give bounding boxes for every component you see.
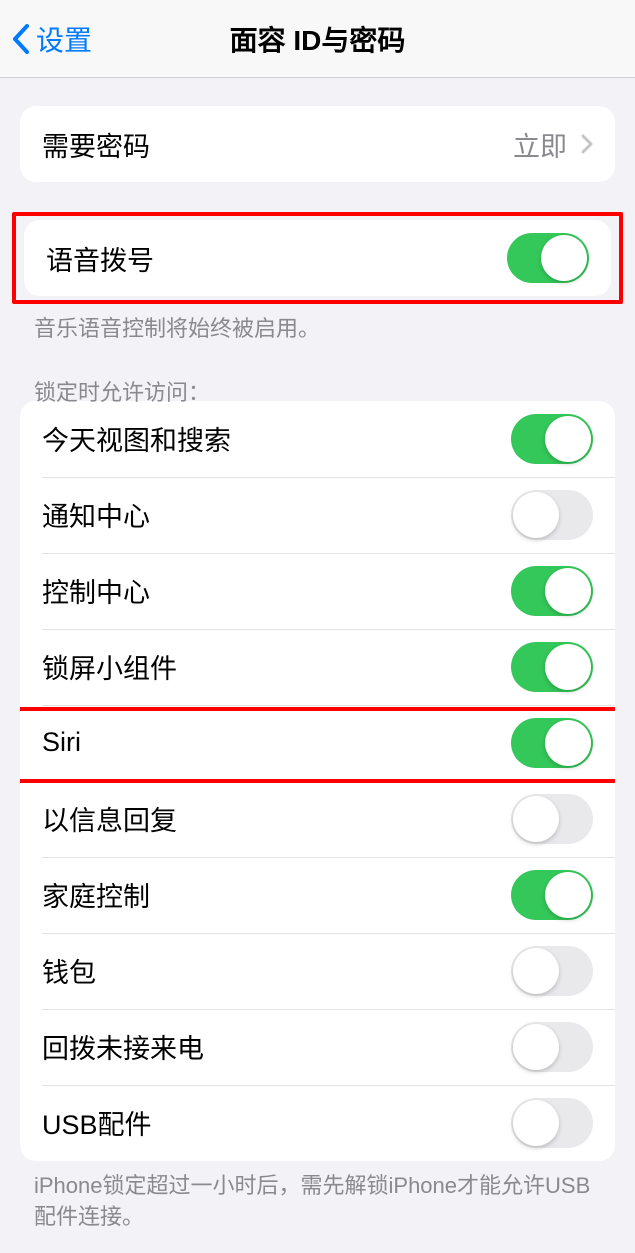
toggle-lock-access-item[interactable] [511, 794, 593, 844]
toggle-knob [513, 948, 559, 994]
navbar: 设置 面容 ID与密码 [0, 0, 635, 78]
toggle-knob [545, 720, 591, 766]
toggle-lock-access-item[interactable] [511, 1022, 593, 1072]
row-label: 家庭控制 [42, 875, 150, 914]
row-lock-access-item: 锁屏小组件 [20, 629, 615, 705]
toggle-knob [513, 1024, 559, 1070]
row-value: 立即 [513, 125, 593, 164]
row-lock-access-item: Siri [20, 705, 615, 781]
row-label: 今天视图和搜索 [42, 419, 231, 458]
row-lock-access-item: USB配件 [20, 1085, 615, 1161]
group-require-passcode: 需要密码 立即 [20, 106, 615, 182]
toggle-knob [513, 1100, 559, 1146]
row-lock-access-item: 家庭控制 [20, 857, 615, 933]
footer-lock-access: iPhone锁定超过一小时后，需先解锁iPhone才能允许USB配件连接。 [0, 1161, 635, 1233]
back-button[interactable]: 设置 [12, 19, 92, 59]
toggle-knob [513, 492, 559, 538]
row-label: 通知中心 [42, 495, 150, 534]
row-value-text: 立即 [513, 125, 567, 164]
toggle-lock-access-item[interactable] [511, 946, 593, 996]
row-lock-access-item: 控制中心 [20, 553, 615, 629]
row-lock-access-item: 以信息回复 [20, 781, 615, 857]
footer-voice-dial: 音乐语音控制将始终被启用。 [0, 304, 635, 345]
toggle-lock-access-item[interactable] [511, 870, 593, 920]
toggle-lock-access-item[interactable] [511, 490, 593, 540]
toggle-knob [545, 416, 591, 462]
toggle-lock-access-item[interactable] [511, 718, 593, 768]
toggle-lock-access-item[interactable] [511, 414, 593, 464]
row-voice-dial: 语音拨号 [24, 220, 611, 296]
back-label: 设置 [36, 19, 92, 59]
toggle-voice-dial[interactable] [507, 233, 589, 283]
toggle-lock-access-item[interactable] [511, 566, 593, 616]
row-label: 语音拨号 [46, 239, 154, 278]
highlight-voice-dial: 语音拨号 [12, 212, 623, 304]
group-voice-dial: 语音拨号 [24, 220, 611, 296]
page-title: 面容 ID与密码 [0, 19, 635, 59]
row-lock-access-item: 回拨未接来电 [20, 1009, 615, 1085]
row-label: 控制中心 [42, 571, 150, 610]
row-lock-access-item: 今天视图和搜索 [20, 401, 615, 477]
chevron-left-icon [12, 24, 30, 54]
toggle-lock-access-item[interactable] [511, 1098, 593, 1148]
row-lock-access-item: 钱包 [20, 933, 615, 1009]
row-label: 钱包 [42, 951, 96, 990]
row-label: Siri [42, 727, 81, 758]
row-require-passcode[interactable]: 需要密码 立即 [20, 106, 615, 182]
toggle-lock-access-item[interactable] [511, 642, 593, 692]
toggle-knob [545, 644, 591, 690]
row-label: 回拨未接来电 [42, 1027, 204, 1066]
row-label: 以信息回复 [42, 799, 177, 838]
toggle-knob [545, 568, 591, 614]
toggle-knob [545, 872, 591, 918]
toggle-knob [541, 235, 587, 281]
toggle-knob [513, 796, 559, 842]
row-lock-access-item: 通知中心 [20, 477, 615, 553]
row-label: 需要密码 [42, 125, 150, 164]
group-lock-access: 今天视图和搜索通知中心控制中心锁屏小组件 Siri 以信息回复家庭控制钱包回拨未接来… [20, 401, 615, 1161]
row-label: 锁屏小组件 [42, 647, 177, 686]
row-label: USB配件 [42, 1103, 152, 1142]
chevron-right-icon [581, 134, 593, 154]
